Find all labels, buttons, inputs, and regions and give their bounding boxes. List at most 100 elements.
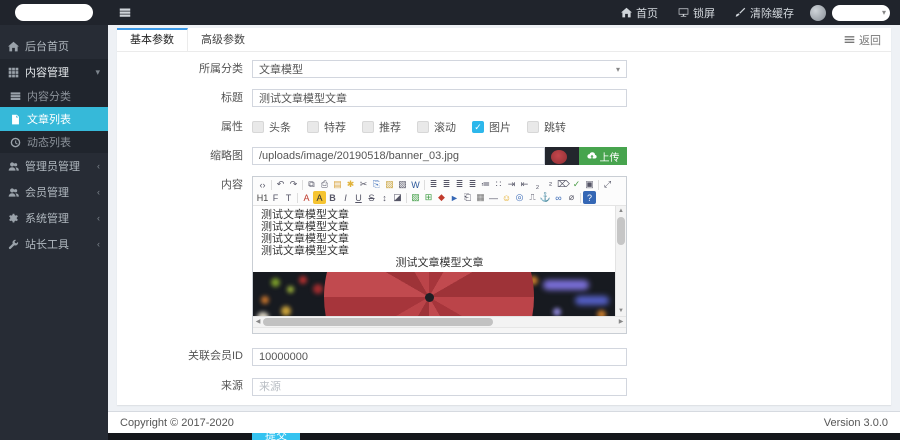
select-all-icon[interactable]: ▣ (583, 178, 596, 191)
link-icon[interactable]: ∞ (552, 191, 565, 204)
sidebar-item-system-management[interactable]: 系统管理 ‹ (0, 205, 108, 231)
tab-advanced-params[interactable]: 高级参数 (188, 28, 258, 52)
about-icon[interactable]: ? (583, 191, 596, 204)
sidebar-item-admin-management[interactable]: 管理员管理 ‹ (0, 153, 108, 179)
checkbox-box[interactable] (252, 121, 264, 133)
table-icon[interactable]: ▦ (474, 191, 487, 204)
checkbox-jump[interactable]: 跳转 (527, 119, 566, 135)
fullscreen-icon[interactable]: ⤢ (601, 178, 614, 191)
checkbox-featured[interactable]: 特荐 (307, 119, 346, 135)
editor-body[interactable]: 测试文章模型文章 测试文章模型文章 测试文章模型文章 测试文章模型文章 测试文章… (253, 206, 626, 316)
source-code-icon[interactable]: ‹› (256, 178, 269, 191)
align-center-icon[interactable]: ≣ (440, 178, 453, 191)
paste-word-icon[interactable]: W (409, 178, 422, 191)
source-input[interactable] (252, 378, 627, 396)
topnav-home[interactable]: 首页 (611, 0, 668, 25)
paste-text-icon[interactable]: ▧ (396, 178, 409, 191)
checkbox-box[interactable] (417, 121, 429, 133)
checkbox-scrolling[interactable]: 滚动 (417, 119, 456, 135)
redo-icon[interactable]: ↷ (287, 178, 300, 191)
highlight-color-icon[interactable]: A (313, 191, 326, 204)
underline-icon[interactable]: U (352, 191, 365, 204)
bokeh-dot (299, 276, 307, 284)
emoticons-icon[interactable]: ☺ (500, 191, 513, 204)
checkbox-box[interactable] (307, 121, 319, 133)
anchor-icon[interactable]: ⚓ (539, 191, 552, 204)
bold-icon[interactable]: B (326, 191, 339, 204)
checkbox-box[interactable] (472, 121, 484, 133)
align-justify-icon[interactable]: ≣ (466, 178, 479, 191)
editor-content[interactable]: 测试文章模型文章 测试文章模型文章 测试文章模型文章 测试文章模型文章 测试文章… (253, 206, 626, 316)
code-icon[interactable]: ✱ (344, 178, 357, 191)
sidebar-item-dynamic-list[interactable]: 动态列表 (0, 131, 108, 153)
user-menu[interactable]: ▾ (832, 5, 890, 21)
line-height-icon[interactable]: ↕ (378, 191, 391, 204)
font-color-icon[interactable]: A (300, 191, 313, 204)
editor-resize-bar[interactable] (253, 327, 626, 333)
tab-basic-params[interactable]: 基本参数 (117, 28, 188, 52)
insert-file-icon[interactable]: ⎗ (461, 191, 474, 204)
quick-format-icon[interactable]: ✓ (570, 178, 583, 191)
checkbox-box[interactable] (362, 121, 374, 133)
scroll-up-arrow[interactable]: ▲ (616, 206, 626, 216)
checkbox-recommended[interactable]: 推荐 (362, 119, 401, 135)
upload-button[interactable]: 上传 (579, 147, 627, 165)
image-icon[interactable]: ▧ (409, 191, 422, 204)
sidebar-item-webmaster-tools[interactable]: 站长工具 ‹ (0, 231, 108, 257)
horizontal-scroll-thumb[interactable] (263, 318, 493, 326)
scroll-down-arrow[interactable]: ▼ (616, 306, 626, 316)
sidebar-item-article-list[interactable]: 文章列表 (0, 107, 108, 131)
sidebar-toggle-button[interactable] (108, 0, 142, 25)
font-name-icon[interactable]: F (269, 191, 282, 204)
italic-icon[interactable]: I (339, 191, 352, 204)
clear-format-icon[interactable]: ⌦ (557, 178, 570, 191)
ordered-list-icon[interactable]: ≔ (479, 178, 492, 191)
align-left-icon[interactable]: ≣ (427, 178, 440, 191)
remove-format-icon[interactable]: ◪ (391, 191, 404, 204)
align-right-icon[interactable]: ≣ (453, 178, 466, 191)
unordered-list-icon[interactable]: ∷ (492, 178, 505, 191)
sidebar-item-content-management[interactable]: 内容管理 ▾ (0, 59, 108, 85)
checkbox-headline[interactable]: 头条 (252, 119, 291, 135)
editor-vertical-scrollbar[interactable]: ▲ ▼ (615, 206, 626, 316)
scroll-right-arrow[interactable]: ▶ (616, 317, 626, 328)
print-icon[interactable]: ⎙ (318, 178, 331, 191)
thumbnail-path-input[interactable] (252, 147, 545, 165)
multi-image-icon[interactable]: ⊞ (422, 191, 435, 204)
subscript-icon[interactable]: ₂ (531, 178, 544, 191)
sidebar-item-dashboard[interactable]: 后台首页 (0, 33, 108, 59)
media-icon[interactable]: ► (448, 191, 461, 204)
site-logo[interactable] (15, 4, 93, 21)
horizontal-rule-icon[interactable]: ― (487, 191, 500, 204)
topnav-lock-screen[interactable]: 锁屏 (668, 0, 725, 25)
map-icon[interactable]: ◎ (513, 191, 526, 204)
category-select[interactable]: 文章模型 ▾ (252, 60, 627, 78)
outdent-icon[interactable]: ⇤ (518, 178, 531, 191)
sidebar-item-member-management[interactable]: 会员管理 ‹ (0, 179, 108, 205)
topnav-clear-cache[interactable]: 清除缓存 (725, 0, 804, 25)
member-id-input[interactable] (252, 348, 627, 366)
user-avatar[interactable] (810, 5, 826, 21)
flash-icon[interactable]: ◆ (435, 191, 448, 204)
paste-icon[interactable]: ▨ (383, 178, 396, 191)
page-break-icon[interactable]: ⎍ (526, 191, 539, 204)
copy-icon[interactable]: ⎘ (370, 178, 383, 191)
checkbox-image[interactable]: 图片 (472, 119, 511, 135)
checkbox-box[interactable] (527, 121, 539, 133)
template-icon[interactable]: ▤ (331, 178, 344, 191)
editor-horizontal-scrollbar[interactable]: ◀ ▶ (253, 316, 626, 327)
title-input[interactable] (252, 89, 627, 107)
preview-icon[interactable]: ⧉ (305, 178, 318, 191)
strikethrough-icon[interactable]: S (365, 191, 378, 204)
undo-icon[interactable]: ↶ (274, 178, 287, 191)
unlink-icon[interactable]: ⌀ (565, 191, 578, 204)
indent-icon[interactable]: ⇥ (505, 178, 518, 191)
sidebar-item-content-category[interactable]: 内容分类 (0, 85, 108, 107)
heading-icon[interactable]: H1 (256, 191, 269, 204)
font-size-icon[interactable]: T (282, 191, 295, 204)
cut-icon[interactable]: ✂ (357, 178, 370, 191)
scroll-left-arrow[interactable]: ◀ (253, 317, 263, 328)
superscript-icon[interactable]: ² (544, 178, 557, 191)
vertical-scroll-thumb[interactable] (617, 217, 625, 245)
back-button[interactable]: 返回 (844, 32, 891, 48)
